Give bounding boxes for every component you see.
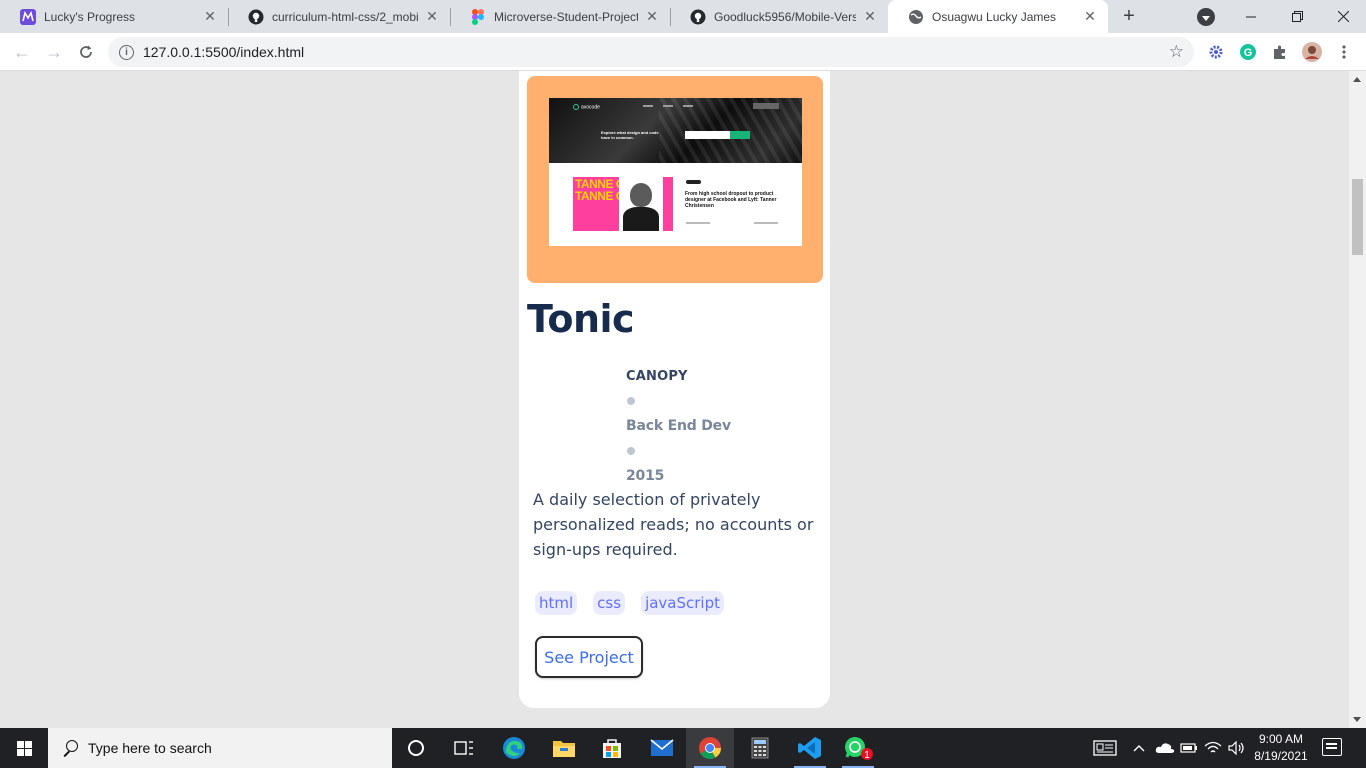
profile-avatar[interactable]	[1302, 42, 1322, 62]
screenshot-tagline: Explore what design and code have in com…	[601, 130, 659, 140]
globe-icon	[908, 9, 924, 25]
tab-title: Microverse-Student-Project-1	[494, 9, 638, 24]
github-icon	[248, 9, 264, 25]
project-year: 2015	[626, 468, 665, 484]
screenshot-portrait	[619, 177, 663, 231]
taskbar-search-input[interactable]: Type here to search	[48, 728, 392, 768]
extensions-puzzle-icon[interactable]	[1270, 42, 1290, 62]
screenshot-cta	[753, 103, 779, 109]
scrollbar-thumb[interactable]	[1352, 179, 1363, 255]
bookmark-star-icon[interactable]: ☆	[1169, 42, 1184, 62]
volume-icon[interactable]	[1226, 728, 1248, 768]
new-tab-button[interactable]: +	[1118, 5, 1140, 27]
info-icon[interactable]: i	[119, 44, 134, 60]
tab-title: Goodluck5956/Mobile-Versio	[714, 9, 856, 24]
tab-title: Lucky's Progress	[44, 9, 135, 24]
clock-date: 8/19/2021	[1254, 749, 1308, 763]
project-card: avocode Explore what design and code hav…	[518, 71, 831, 709]
tab-search-icon[interactable]	[1197, 8, 1215, 26]
url-text: 127.0.0.1:5500/index.html	[143, 44, 305, 60]
close-icon[interactable]: ✕	[862, 8, 878, 25]
close-icon[interactable]: ✕	[424, 8, 440, 25]
screenshot-button	[730, 131, 750, 139]
tab-microverse-student-project[interactable]: Microverse-Student-Project-1 ✕	[450, 0, 670, 33]
whatsapp-icon[interactable]: 1	[834, 728, 882, 768]
tab-curriculum[interactable]: curriculum-html-css/2_mobile ✕	[228, 0, 450, 33]
edge-icon[interactable]	[490, 728, 538, 768]
battery-icon[interactable]	[1178, 728, 1200, 768]
close-icon[interactable]: ✕	[1082, 8, 1098, 25]
cortana-icon[interactable]	[392, 728, 440, 768]
project-meta: CANOPY Back End Dev 2015	[626, 369, 731, 484]
whatsapp-badge-count: 1	[864, 750, 870, 761]
figma-icon	[470, 8, 486, 25]
see-project-button[interactable]: See Project	[535, 636, 643, 678]
onedrive-icon[interactable]	[1154, 728, 1176, 768]
tab-goodluck-mobile[interactable]: Goodluck5956/Mobile-Versio ✕	[670, 0, 888, 33]
reload-icon[interactable]	[72, 38, 100, 66]
restore-icon[interactable]	[1274, 0, 1320, 33]
tab-osuagwu-lucky-james[interactable]: Osuagwu Lucky James ✕	[888, 0, 1108, 33]
windows-taskbar: Type here to search 1 9:00 AM 8/19/2021	[0, 728, 1366, 768]
address-bar[interactable]: i 127.0.0.1:5500/index.html ☆	[108, 37, 1194, 67]
project-description: A daily selection of privately personali…	[533, 490, 814, 559]
chrome-icon[interactable]	[686, 728, 734, 768]
tech-tags: html css javaScript	[535, 591, 724, 615]
mail-icon[interactable]	[638, 728, 686, 768]
page-scrollbar[interactable]	[1349, 71, 1366, 728]
microverse-icon	[20, 8, 36, 25]
minimize-icon[interactable]	[1228, 0, 1274, 33]
chevron-up-icon[interactable]	[1130, 728, 1148, 768]
tag-javascript: javaScript	[641, 591, 724, 615]
tag-css: css	[593, 591, 626, 615]
screenshot-logo: avocode	[573, 104, 600, 110]
vscode-icon[interactable]	[786, 728, 834, 768]
project-role: Back End Dev	[626, 418, 731, 434]
clock-time: 9:00 AM	[1258, 732, 1304, 746]
browser-tab-strip: Lucky's Progress ✕ curriculum-html-css/2…	[0, 0, 1366, 33]
scroll-up-icon[interactable]	[1353, 77, 1361, 82]
close-window-icon[interactable]	[1320, 0, 1366, 33]
screenshot-meta	[686, 222, 778, 224]
store-icon[interactable]	[588, 728, 636, 768]
tag-html: html	[535, 591, 578, 615]
meta-dot-icon	[627, 397, 635, 405]
screenshot-input	[685, 131, 730, 139]
task-view-icon[interactable]	[440, 728, 488, 768]
meta-dot-icon	[627, 447, 635, 455]
close-icon[interactable]: ✕	[202, 8, 218, 25]
windows-start-icon[interactable]	[0, 728, 48, 768]
tab-luckys-progress[interactable]: Lucky's Progress ✕	[0, 0, 228, 33]
screenshot-article-title: From high school dropout to product desi…	[685, 191, 777, 209]
page-viewport: avocode Explore what design and code hav…	[0, 71, 1349, 728]
forward-arrow-icon[interactable]: →	[40, 38, 68, 66]
tab-title: Osuagwu Lucky James	[932, 9, 1057, 24]
project-title: Tonic	[527, 297, 635, 341]
search-placeholder: Type here to search	[88, 740, 212, 756]
project-image: avocode Explore what design and code hav…	[527, 76, 823, 283]
screenshot-badge	[686, 180, 701, 184]
wifi-icon[interactable]	[1202, 728, 1224, 768]
notification-center-icon[interactable]	[1322, 738, 1342, 756]
screenshot-nav	[643, 105, 693, 107]
tab-title: curriculum-html-css/2_mobile	[272, 9, 418, 24]
extension-gear-icon[interactable]	[1206, 42, 1226, 62]
back-arrow-icon[interactable]: ←	[8, 38, 36, 66]
chrome-menu-icon[interactable]	[1334, 42, 1354, 62]
browser-toolbar: ← → i 127.0.0.1:5500/index.html ☆ G	[0, 33, 1366, 71]
system-clock[interactable]: 9:00 AM 8/19/2021	[1246, 731, 1316, 765]
github-icon	[690, 9, 706, 25]
file-explorer-icon[interactable]	[540, 728, 588, 768]
project-screenshot: avocode Explore what design and code hav…	[549, 98, 802, 246]
project-client: CANOPY	[626, 369, 688, 384]
close-icon[interactable]: ✕	[644, 8, 660, 25]
screenshot-poster: TANNE CHRIS TANNE CHRI	[573, 177, 673, 231]
calculator-icon[interactable]	[736, 728, 784, 768]
scroll-down-icon[interactable]	[1353, 717, 1361, 722]
grammarly-icon[interactable]: G	[1238, 42, 1258, 62]
news-widget-icon[interactable]	[1092, 728, 1118, 768]
svg-text:G: G	[1244, 47, 1253, 59]
search-icon	[62, 740, 78, 756]
